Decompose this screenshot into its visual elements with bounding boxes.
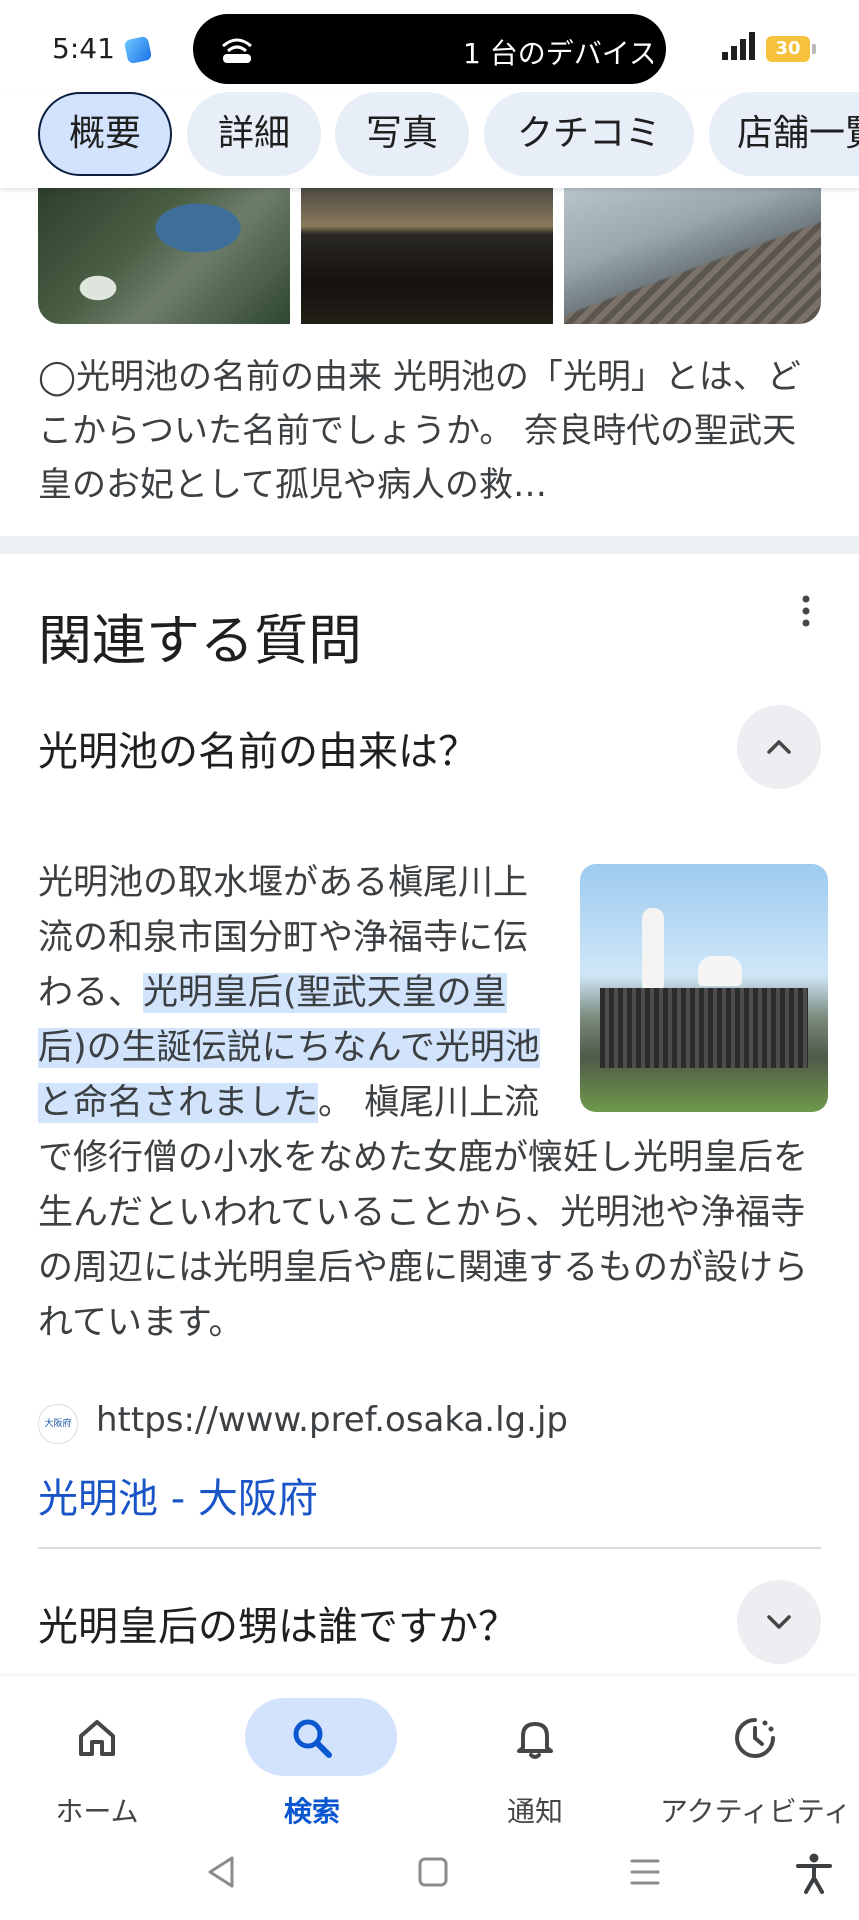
search-icon [293, 1719, 332, 1758]
nav-label: アクティビティ [660, 1795, 852, 1828]
aerial-photo[interactable] [38, 188, 290, 324]
question-text: 光明池の名前の由来は？ [38, 729, 478, 775]
answer-text: 光明池の取水堰がある槇尾川上流の和泉市国分町や浄福寺に伝わる、光明皇后(聖武天皇… [38, 856, 828, 1351]
dynamic-island[interactable]: 1 台のデバイスで [193, 14, 666, 84]
nav-activity[interactable]: アクティビティ [660, 1688, 851, 1828]
sunset-pond-photo[interactable] [301, 188, 553, 324]
deer-figure [698, 956, 742, 986]
home-square-icon[interactable] [416, 1852, 450, 1892]
activity-icon [735, 1718, 775, 1758]
question-row[interactable]: 光明皇后の甥は誰ですか？ [38, 1580, 821, 1664]
signal-icon [722, 32, 755, 60]
monument-plinth [600, 988, 808, 1068]
accessibility-icon[interactable] [794, 1852, 834, 1894]
image-strip[interactable] [38, 188, 821, 324]
cast-icon [222, 38, 252, 63]
question-text: 光明皇后の甥は誰ですか？ [38, 1604, 518, 1650]
expand-button[interactable] [737, 1580, 821, 1664]
tab-reviews[interactable]: クチコミ [484, 92, 694, 176]
statue-photo[interactable] [580, 864, 828, 1112]
system-nav-bar [0, 1826, 859, 1920]
image-result-snippet: ◯光明池の名前の由来 光明池の「光明」とは、どこからついた名前でしょうか。 奈良… [38, 357, 801, 505]
chevron-up-icon [767, 740, 791, 754]
tab-chips: 概要 詳細 写真 クチコミ 店舗一覧 [0, 90, 859, 188]
nav-label: 検索 [283, 1795, 340, 1828]
source-row[interactable]: 大阪府 https://www.pref.osaka.lg.jp [38, 1400, 821, 1448]
section-divider [0, 536, 859, 554]
statue-figure [642, 908, 664, 988]
tab-details[interactable]: 詳細 [187, 92, 321, 176]
tab-photos[interactable]: 写真 [335, 92, 469, 176]
embankment-photo[interactable] [564, 188, 821, 324]
island-text: 1 台のデバイスで [463, 37, 653, 70]
site-favicon: 大阪府 [38, 1404, 78, 1444]
nav-label: ホーム [55, 1795, 139, 1828]
tab-overview[interactable]: 概要 [38, 92, 172, 176]
bell-icon [517, 1722, 553, 1759]
collapse-button[interactable] [737, 705, 821, 789]
nav-label: 通知 [506, 1795, 563, 1828]
nav-notifications[interactable]: 通知 [445, 1688, 625, 1828]
section-title: 関連する質問 [38, 609, 362, 672]
tab-store-list[interactable]: 店舗一覧 [709, 92, 859, 176]
back-icon[interactable] [204, 1852, 238, 1892]
source-url[interactable]: https://www.pref.osaka.lg.jp [96, 1400, 568, 1440]
status-time: 5:41 [52, 32, 115, 65]
more-vert-icon[interactable] [796, 594, 816, 628]
question-row[interactable]: 光明池の名前の由来は？ [38, 705, 821, 789]
status-bar: 5:41 1 台のデバイスで 30 [0, 0, 859, 95]
chevron-down-icon [767, 1615, 791, 1629]
question-divider [38, 1547, 821, 1549]
battery-icon: 30 [766, 36, 816, 62]
app-icon [123, 35, 153, 65]
result-link[interactable]: 光明池 - 大阪府 [38, 1466, 318, 1524]
home-icon [79, 1720, 115, 1756]
bottom-nav: ホーム 検索 通知 アクティビティ [0, 1676, 859, 1828]
nav-home[interactable]: ホーム [7, 1688, 187, 1828]
nav-search[interactable]: 検索 [222, 1688, 402, 1828]
recents-icon[interactable] [628, 1852, 662, 1892]
